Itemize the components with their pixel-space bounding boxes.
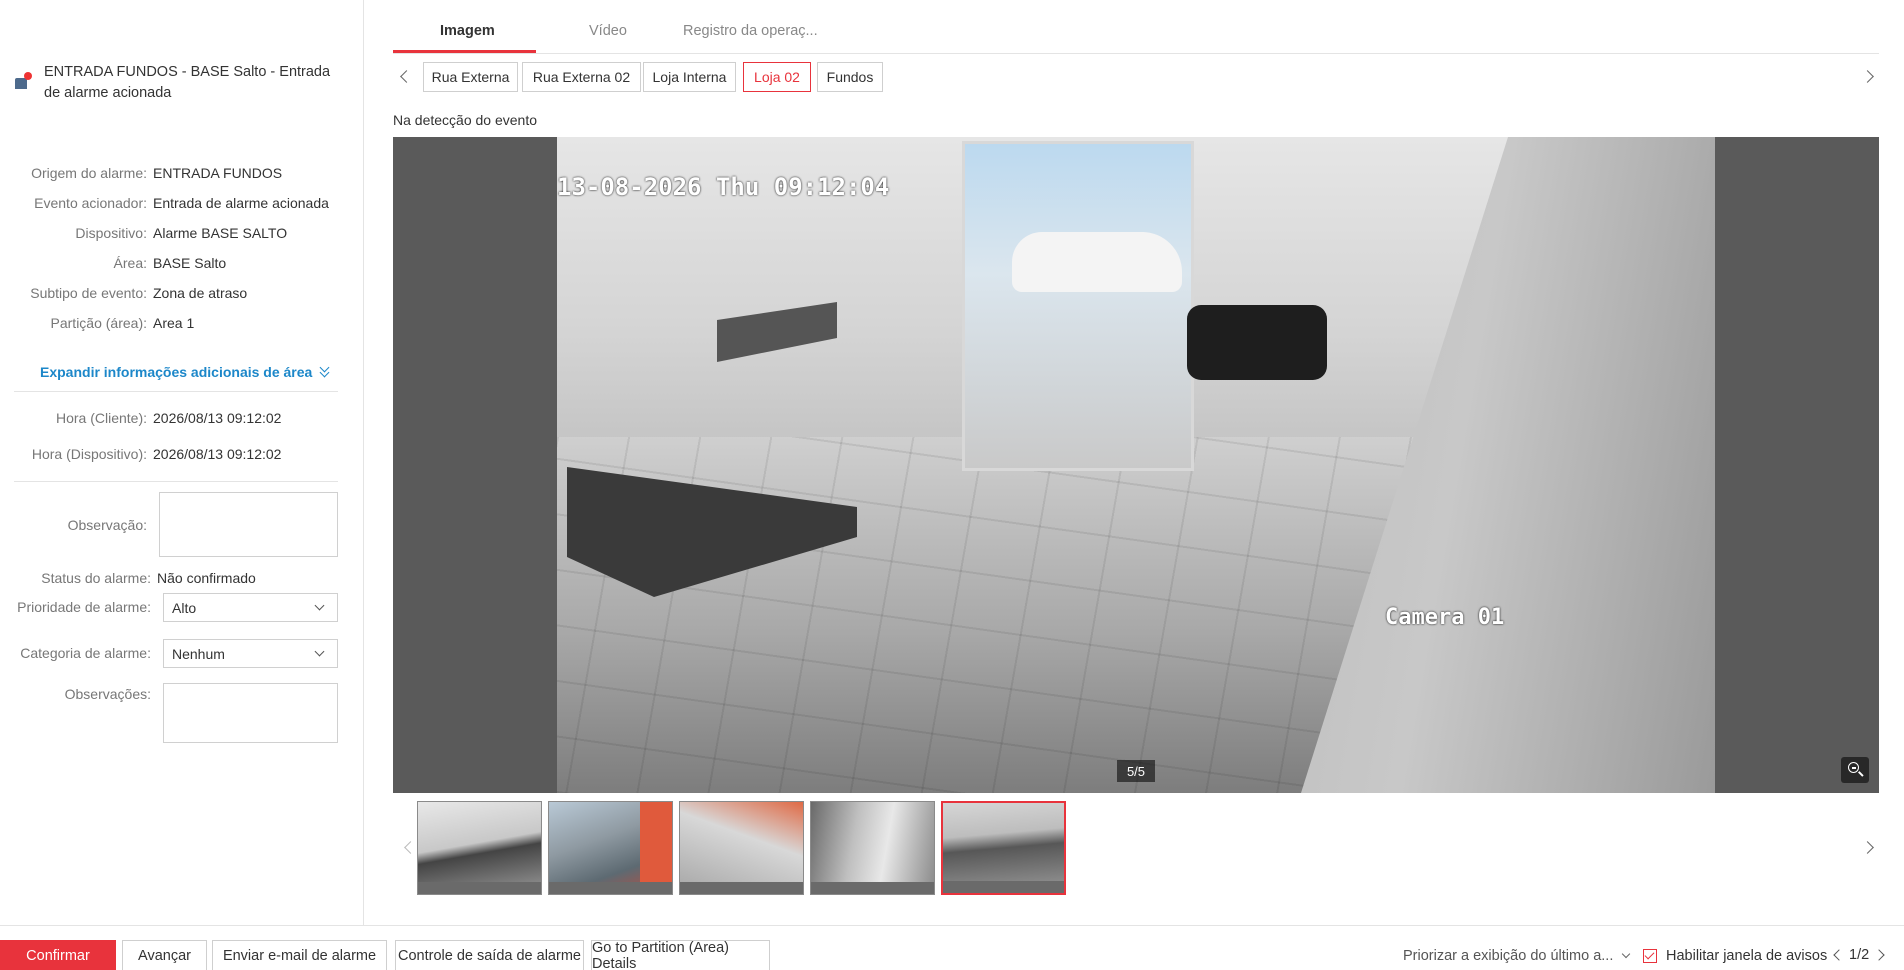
chevron-right-icon[interactable] bbox=[1861, 841, 1874, 854]
categoria-select[interactable]: Nenhum bbox=[163, 639, 338, 668]
enable-popup-toggle[interactable]: Habilitar janela de avisos bbox=[1643, 948, 1827, 964]
image-counter: 5/5 bbox=[1117, 760, 1155, 782]
row-dispositivo: Dispositivo: Alarme BASE SALTO bbox=[0, 225, 364, 241]
row-origem: Origem do alarme: ENTRADA FUNDOS bbox=[0, 165, 364, 181]
chevron-right-icon[interactable] bbox=[1873, 949, 1885, 961]
label-hora-cliente: Hora (Cliente): bbox=[55, 410, 147, 426]
divider bbox=[14, 481, 338, 482]
tab-imagem[interactable]: Imagem bbox=[440, 23, 495, 39]
send-alarm-email-button[interactable]: Enviar e-mail de alarme bbox=[212, 940, 387, 970]
thumbnail[interactable] bbox=[679, 801, 804, 895]
thumbnail[interactable] bbox=[810, 801, 935, 895]
value-particao: Area 1 bbox=[153, 315, 195, 331]
thumbnail[interactable] bbox=[548, 801, 673, 895]
label-observacao: Observação: bbox=[67, 517, 147, 533]
prioridade-selected: Alto bbox=[172, 599, 197, 616]
chevron-down-icon bbox=[314, 600, 325, 611]
value-origem: ENTRADA FUNDOS bbox=[153, 165, 283, 181]
confirm-button[interactable]: Confirmar bbox=[0, 940, 116, 970]
row-area: Área: BASE Salto bbox=[0, 255, 364, 271]
thumbnail[interactable] bbox=[417, 801, 542, 895]
value-hora-cliente: 2026/08/13 09:12:02 bbox=[153, 410, 282, 426]
chevron-left-icon[interactable] bbox=[404, 841, 417, 854]
camera-selector: Rua Externa Rua Externa 02 Loja Interna … bbox=[393, 62, 1879, 92]
double-chevron-down-icon bbox=[318, 362, 332, 378]
chevron-right-icon[interactable] bbox=[1861, 70, 1874, 83]
value-area: BASE Salto bbox=[153, 255, 227, 271]
divider bbox=[14, 391, 338, 392]
active-tab-indicator bbox=[393, 50, 536, 53]
label-subtipo: Subtipo de evento: bbox=[30, 285, 147, 301]
alarm-details-panel: ENTRADA FUNDOS - BASE Salto - Entrada de… bbox=[0, 0, 364, 925]
row-evento: Evento acionador: Entrada de alarme acio… bbox=[0, 195, 364, 211]
prioridade-select[interactable]: Alto bbox=[163, 593, 338, 622]
expand-area-info-label: Expandir informações adicionais de área bbox=[40, 364, 313, 380]
observacoes-textarea[interactable] bbox=[163, 683, 338, 743]
alarm-header: ENTRADA FUNDOS - BASE Salto - Entrada de… bbox=[14, 62, 344, 104]
expand-area-info-link[interactable]: Expandir informações adicionais de área bbox=[40, 362, 332, 380]
checkbox-checked-icon[interactable] bbox=[1643, 949, 1657, 963]
value-subtipo: Zona de atraso bbox=[153, 285, 248, 301]
label-hora-dispositivo: Hora (Dispositivo): bbox=[31, 446, 147, 462]
label-evento: Evento acionador: bbox=[34, 195, 147, 211]
event-moment-label: Na detecção do evento bbox=[393, 112, 537, 128]
label-categoria: Categoria de alarme: bbox=[20, 645, 151, 661]
camera-button-fundos[interactable]: Fundos bbox=[817, 62, 883, 92]
alarm-output-control-button[interactable]: Controle de saída de alarme bbox=[395, 940, 584, 970]
image-viewer[interactable]: 13-08-2026 Thu 09:12:04 Camera 01 5/5 bbox=[393, 137, 1879, 793]
value-hora-dispositivo: 2026/08/13 09:12:02 bbox=[153, 446, 282, 462]
advance-button[interactable]: Avançar bbox=[122, 940, 207, 970]
thumbnail-selected[interactable] bbox=[941, 801, 1066, 895]
zoom-in-icon[interactable] bbox=[1841, 757, 1869, 783]
camera-button-rua-externa[interactable]: Rua Externa bbox=[423, 62, 518, 92]
partition-details-button[interactable]: Go to Partition (Area) Details bbox=[591, 940, 770, 970]
camera-button-loja-02[interactable]: Loja 02 bbox=[743, 62, 811, 92]
thumbnail-strip bbox=[393, 800, 1879, 896]
row-particao: Partição (área): Area 1 bbox=[0, 315, 364, 331]
pager: 1/2 bbox=[1833, 947, 1885, 963]
chevron-left-icon[interactable] bbox=[400, 70, 413, 83]
priority-view-dropdown[interactable]: Priorizar a exibição do último a... bbox=[1403, 948, 1631, 964]
row-status: Status do alarme: Não confirmado bbox=[0, 570, 364, 586]
page-indicator: 1/2 bbox=[1849, 947, 1870, 963]
chevron-down-icon bbox=[314, 646, 325, 657]
row-hora-cliente: Hora (Cliente): 2026/08/13 09:12:02 bbox=[0, 410, 364, 426]
label-observacoes: Observações: bbox=[64, 686, 151, 702]
chevron-left-icon[interactable] bbox=[1833, 949, 1845, 961]
enable-popup-label: Habilitar janela de avisos bbox=[1666, 948, 1828, 964]
tab-registro[interactable]: Registro da operaç... bbox=[683, 23, 818, 39]
camera-button-rua-externa-02[interactable]: Rua Externa 02 bbox=[522, 62, 641, 92]
camera-snapshot: 13-08-2026 Thu 09:12:04 Camera 01 bbox=[557, 137, 1715, 793]
chevron-down-icon bbox=[1622, 949, 1631, 959]
label-area: Área: bbox=[113, 255, 147, 271]
value-dispositivo: Alarme BASE SALTO bbox=[153, 225, 288, 241]
label-dispositivo: Dispositivo: bbox=[75, 225, 147, 241]
label-particao: Partição (área): bbox=[50, 315, 147, 331]
osd-camera-name: Camera 01 bbox=[1385, 605, 1505, 630]
osd-timestamp: 13-08-2026 Thu 09:12:04 bbox=[557, 173, 890, 201]
label-origem: Origem do alarme: bbox=[31, 165, 147, 181]
observacao-textarea[interactable] bbox=[159, 492, 338, 557]
content-tabs: Imagem Vídeo Registro da operaç... bbox=[393, 18, 1879, 54]
action-bar: Confirmar Avançar Enviar e-mail de alarm… bbox=[0, 925, 1904, 970]
categoria-selected: Nenhum bbox=[172, 645, 225, 662]
alarm-title: ENTRADA FUNDOS - BASE Salto - Entrada de… bbox=[44, 64, 331, 101]
value-evento: Entrada de alarme acionada bbox=[153, 195, 329, 211]
priority-view-label: Priorizar a exibição do último a... bbox=[1403, 948, 1614, 964]
value-status: Não confirmado bbox=[157, 570, 256, 586]
tab-video[interactable]: Vídeo bbox=[589, 23, 627, 39]
camera-button-loja-interna[interactable]: Loja Interna bbox=[643, 62, 736, 92]
row-hora-dispositivo: Hora (Dispositivo): 2026/08/13 09:12:02 bbox=[0, 446, 364, 462]
row-subtipo: Subtipo de evento: Zona de atraso bbox=[0, 285, 364, 301]
label-status: Status do alarme: bbox=[41, 570, 151, 586]
label-prioridade: Prioridade de alarme: bbox=[17, 599, 151, 615]
alarm-siren-icon bbox=[14, 72, 32, 90]
